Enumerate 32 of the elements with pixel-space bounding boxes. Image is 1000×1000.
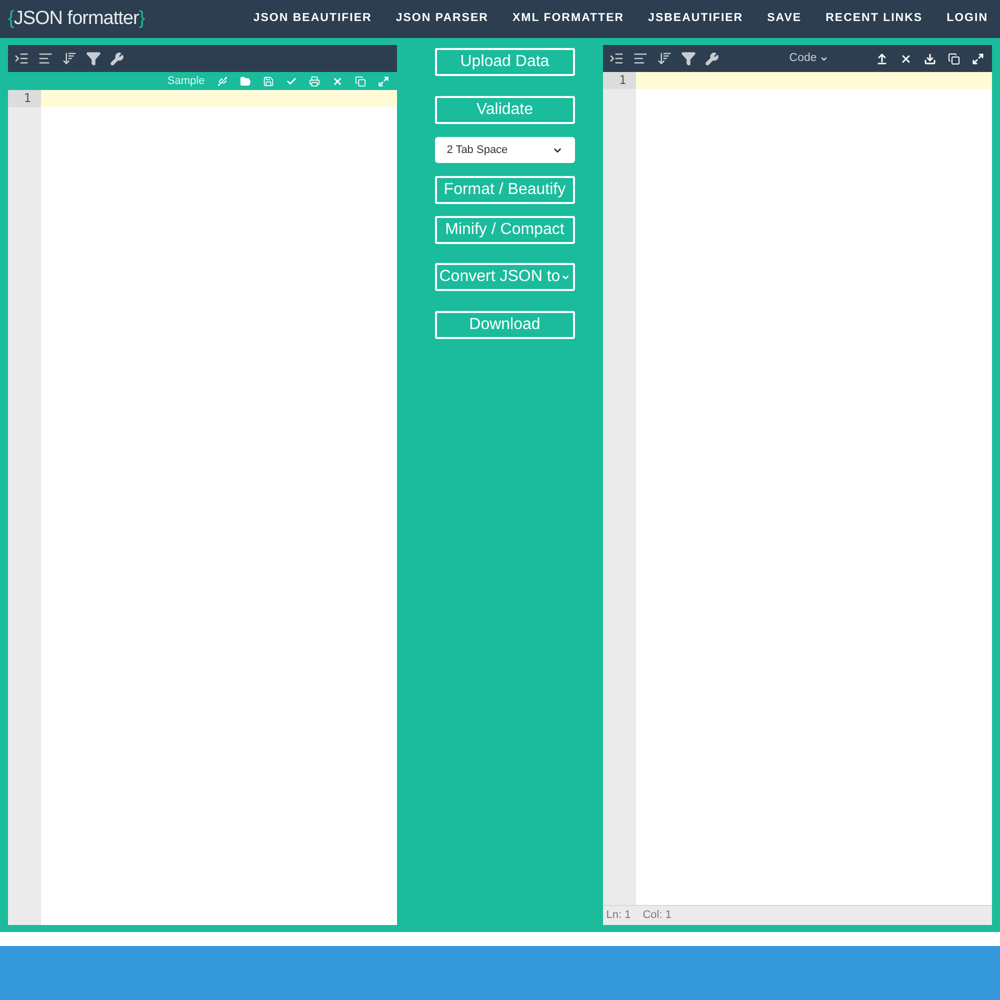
close-icon[interactable] (900, 52, 912, 64)
line-status: Ln: 1 (606, 908, 631, 924)
caret-icon (561, 272, 570, 282)
line-number: 1 (619, 73, 626, 87)
copy-icon[interactable] (948, 52, 960, 64)
nav-link[interactable]: SAVE (767, 10, 802, 28)
nav-link[interactable]: XML FORMATTER (512, 10, 624, 28)
nav-link[interactable]: JSBEAUTIFIER (648, 10, 744, 28)
indent-icon[interactable] (14, 51, 29, 66)
indent-icon[interactable] (609, 51, 624, 66)
sort-icon[interactable] (62, 51, 77, 66)
nav-link[interactable]: RECENT LINKS (826, 10, 923, 28)
filter-icon[interactable] (681, 51, 696, 66)
logo[interactable]: {JSON formatter} (8, 4, 145, 34)
download-icon[interactable] (924, 52, 936, 64)
nav-link[interactable]: JSON BEAUTIFIER (253, 10, 372, 28)
compact-icon[interactable] (38, 51, 53, 66)
fullscreen-icon[interactable] (972, 52, 984, 64)
indent-select[interactable]: 2 Tab Space (434, 137, 575, 163)
compact-icon[interactable] (633, 51, 648, 66)
nav-link[interactable]: JSON PARSER (396, 10, 488, 28)
check-icon[interactable] (286, 76, 297, 86)
sort-icon[interactable] (657, 51, 672, 66)
wrench-icon[interactable] (705, 52, 720, 66)
mode-menu[interactable]: Code (789, 50, 828, 68)
filter-icon[interactable] (86, 51, 101, 66)
upload-icon[interactable] (876, 52, 888, 64)
nav-link[interactable]: LOGIN (946, 10, 988, 28)
line-number: 1 (24, 91, 31, 105)
wrench-icon[interactable] (110, 52, 124, 66)
column-status: Col: 1 (642, 908, 672, 924)
caret-icon (820, 54, 828, 62)
